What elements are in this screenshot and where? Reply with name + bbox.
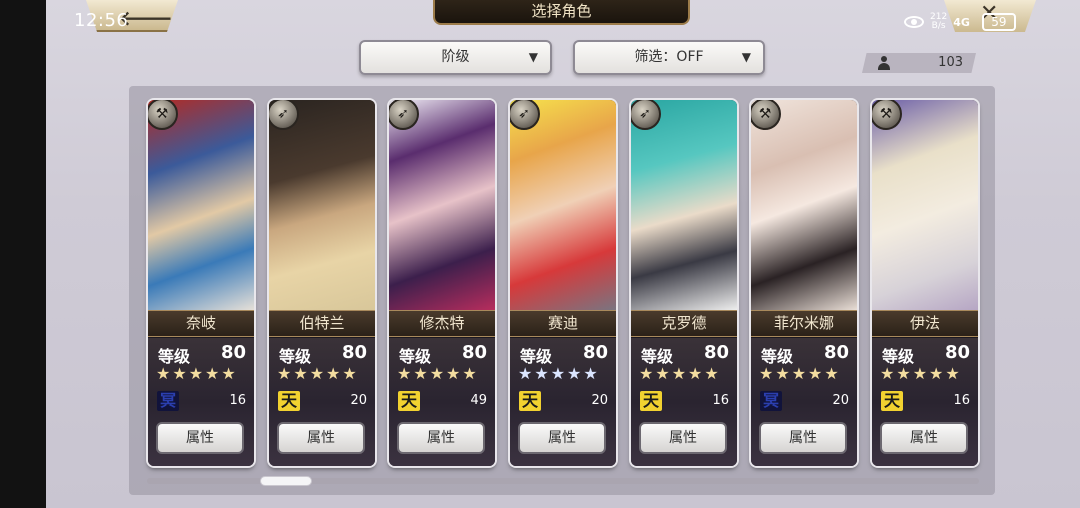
level-value: 80 — [703, 342, 729, 363]
level-value: 80 — [582, 342, 608, 363]
game-screen: 🡐 12:56 选择角色 ✕ 212 B/s 4G 59 阶级 ▼ 筛选：OFF… — [0, 0, 1080, 508]
element-icon: 天 — [398, 391, 420, 411]
character-count: 103 — [862, 53, 976, 73]
star-rating: ★★★★★ — [639, 364, 721, 383]
character-card[interactable]: ⚒ 伊法 等级 80 ★★★★★ 天 16 属性 — [872, 100, 978, 466]
attributes-button[interactable]: 属性 — [759, 422, 847, 454]
star-rating: ★★★★★ — [397, 364, 479, 383]
element-icon: 天 — [881, 391, 903, 411]
level-value: 80 — [220, 342, 246, 363]
star-rating: ★★★★★ — [880, 364, 962, 383]
element-icon: 天 — [278, 391, 300, 411]
battery-icon: 59 — [981, 13, 1016, 31]
element-icon: 天 — [519, 391, 541, 411]
net-speed: 212 B/s — [930, 13, 947, 31]
signal-icon: 4G — [953, 15, 970, 29]
attributes-button[interactable]: 属性 — [277, 422, 365, 454]
star-rating: ★★★★★ — [759, 364, 841, 383]
character-portrait[interactable] — [148, 100, 254, 310]
character-name: 修杰特 — [389, 310, 495, 337]
element-icon: 天 — [640, 391, 662, 411]
left-bezel — [0, 0, 46, 508]
level-value: 80 — [944, 342, 970, 363]
attributes-button[interactable]: 属性 — [156, 422, 244, 454]
level-value: 80 — [341, 342, 367, 363]
status-indicators: 212 B/s 4G 59 — [904, 11, 1016, 33]
star-rating: ★★★★★ — [277, 364, 359, 383]
attributes-button[interactable]: 属性 — [639, 422, 727, 454]
net-speed-unit: B/s — [931, 21, 946, 31]
element-value: 16 — [229, 393, 246, 408]
character-name: 赛迪 — [510, 310, 616, 337]
character-card[interactable]: ⚒ 菲尔米娜 等级 80 ★★★★★ 冥 20 属性 — [751, 100, 857, 466]
element-value: 20 — [350, 393, 367, 408]
person-icon — [878, 56, 890, 70]
element-value: 20 — [832, 393, 849, 408]
scrollbar-thumb[interactable] — [260, 476, 312, 486]
page-title: 选择角色 — [433, 0, 690, 25]
star-rating: ★★★★★ — [518, 364, 600, 383]
character-card[interactable]: ➶ 赛迪 等级 80 ★★★★★ 天 20 属性 — [510, 100, 616, 466]
element-value: 16 — [712, 393, 729, 408]
character-portrait[interactable] — [872, 100, 978, 310]
element-value: 16 — [953, 393, 970, 408]
status-time: 12:56 — [74, 10, 129, 31]
level-value: 80 — [823, 342, 849, 363]
element-value: 20 — [591, 393, 608, 408]
character-portrait[interactable] — [631, 100, 737, 310]
character-stats: 等级 80 ★★★★★ 天 20 属性 — [269, 338, 375, 466]
character-name: 菲尔米娜 — [751, 310, 857, 337]
character-stats: 等级 80 ★★★★★ 天 16 属性 — [872, 338, 978, 466]
character-portrait[interactable] — [269, 100, 375, 310]
chevron-down-icon: ▼ — [741, 50, 751, 64]
character-card[interactable]: ➶ 修杰特 等级 80 ★★★★★ 天 49 属性 — [389, 100, 495, 466]
chevron-down-icon: ▼ — [528, 50, 538, 64]
level-value: 80 — [461, 342, 487, 363]
rank-dropdown-label: 阶级 — [441, 49, 470, 65]
character-stats: 等级 80 ★★★★★ 冥 20 属性 — [751, 338, 857, 466]
filter-dropdown[interactable]: 筛选：OFF ▼ — [573, 40, 765, 75]
character-card[interactable]: ⚒ 奈岐 等级 80 ★★★★★ 冥 16 属性 — [148, 100, 254, 466]
character-count-value: 103 — [938, 55, 963, 70]
character-stats: 等级 80 ★★★★★ 天 20 属性 — [510, 338, 616, 466]
character-name: 伊法 — [872, 310, 978, 337]
character-name: 克罗德 — [631, 310, 737, 337]
rank-dropdown[interactable]: 阶级 ▼ — [359, 40, 552, 75]
element-icon: 冥 — [157, 391, 179, 411]
character-card[interactable]: ➶ 克罗德 等级 80 ★★★★★ 天 16 属性 — [631, 100, 737, 466]
character-stats: 等级 80 ★★★★★ 冥 16 属性 — [148, 338, 254, 466]
character-portrait[interactable] — [510, 100, 616, 310]
filter-dropdown-label: 筛选：OFF — [634, 49, 704, 65]
element-value: 49 — [470, 393, 487, 408]
attributes-button[interactable]: 属性 — [880, 422, 968, 454]
character-portrait[interactable] — [751, 100, 857, 310]
eye-icon — [904, 16, 924, 28]
attributes-button[interactable]: 属性 — [518, 422, 606, 454]
character-name: 奈岐 — [148, 310, 254, 337]
character-stats: 等级 80 ★★★★★ 天 16 属性 — [631, 338, 737, 466]
attributes-button[interactable]: 属性 — [397, 422, 485, 454]
character-stats: 等级 80 ★★★★★ 天 49 属性 — [389, 338, 495, 466]
character-portrait[interactable] — [389, 100, 495, 310]
character-card[interactable]: ➶ 伯特兰 等级 80 ★★★★★ 天 20 属性 — [269, 100, 375, 466]
element-icon: 冥 — [760, 391, 782, 411]
character-name: 伯特兰 — [269, 310, 375, 337]
star-rating: ★★★★★ — [156, 364, 238, 383]
